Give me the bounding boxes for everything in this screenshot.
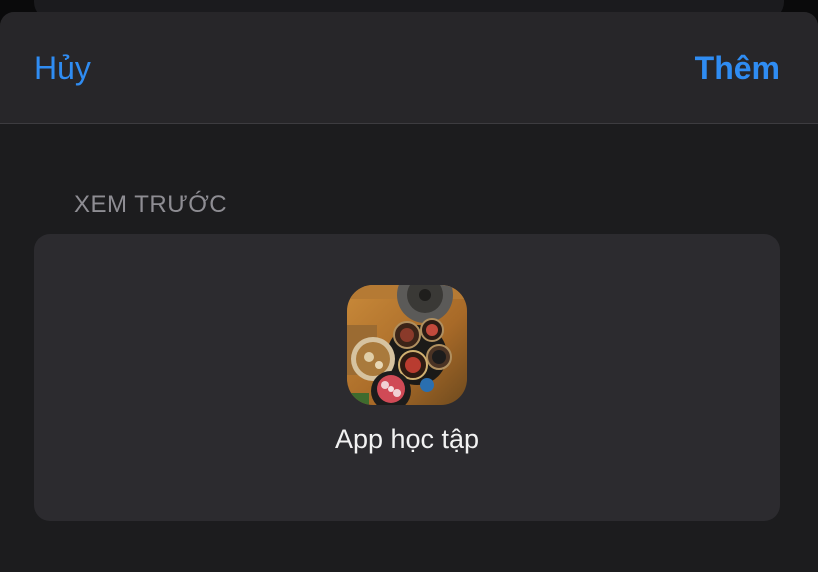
app-name-label[interactable]: App học tập [34,422,780,456]
preview-section-header: XEM TRƯỚC [74,191,228,218]
app-photo-image [347,285,467,405]
app-photo-icon[interactable] [347,285,467,405]
cancel-button[interactable]: Hủy [34,48,91,88]
add-to-home-sheet: Hủy Thêm XEM TRƯỚC App học tập [0,12,818,572]
add-button[interactable]: Thêm [695,48,780,88]
navigation-bar: Hủy Thêm [0,12,818,124]
preview-card: App học tập [34,234,780,521]
